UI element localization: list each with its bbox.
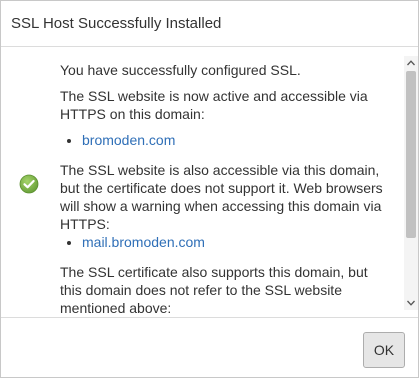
- dialog-footer: OK: [1, 318, 418, 376]
- primary-domain-link[interactable]: bromoden.com: [82, 132, 175, 148]
- dialog-body[interactable]: You have successfully configured SSL. Th…: [1, 47, 418, 318]
- scrollbar-thumb[interactable]: [406, 71, 416, 238]
- intro-text: You have successfully configured SSL.: [60, 62, 301, 78]
- list-item: bromoden.com: [82, 131, 390, 149]
- dialog-title: SSL Host Successfully Installed: [11, 15, 222, 32]
- secondary-domain-list: mail.bromoden.com: [60, 233, 390, 251]
- success-message: You have successfully configured SSL. Th…: [60, 61, 390, 317]
- list-item: mail.bromoden.com: [82, 233, 390, 251]
- active-text: The SSL website is now active and access…: [60, 88, 368, 122]
- primary-domain-list: bromoden.com: [60, 131, 390, 149]
- scroll-down-arrow-icon[interactable]: [404, 296, 418, 310]
- scroll-up-arrow-icon[interactable]: [404, 56, 418, 70]
- ok-button[interactable]: OK: [363, 332, 405, 368]
- also-accessible-text: The SSL website is also accessible via t…: [60, 162, 383, 232]
- dialog-header: SSL Host Successfully Installed: [1, 1, 418, 47]
- check-circle-icon: [19, 174, 39, 194]
- supports-text: The SSL certificate also supports this d…: [60, 264, 368, 316]
- secondary-domain-link[interactable]: mail.bromoden.com: [82, 234, 205, 250]
- vertical-scrollbar[interactable]: [404, 56, 418, 310]
- ssl-installed-dialog: SSL Host Successfully Installed You have…: [0, 0, 419, 378]
